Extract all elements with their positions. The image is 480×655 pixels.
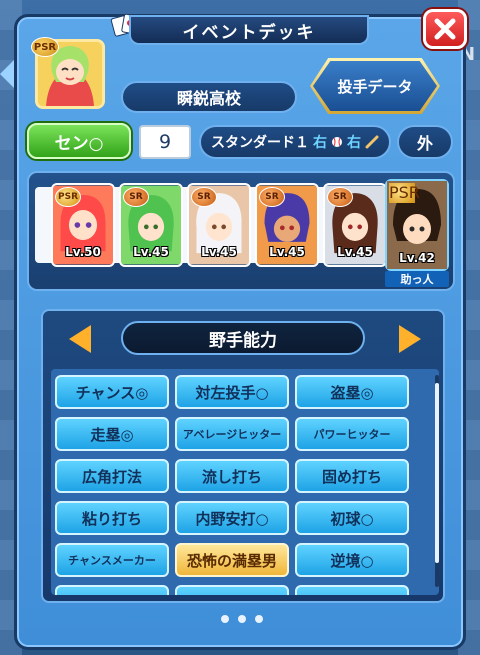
page-dot[interactable] (255, 615, 263, 623)
ability-chip[interactable]: 対左投手○ (175, 375, 289, 409)
close-icon (434, 18, 456, 40)
card-rank-badge: SR (191, 187, 217, 207)
card-level: Lv.45 (337, 245, 373, 259)
ability-chip-partial[interactable] (175, 585, 289, 595)
card-level: Lv.45 (269, 245, 305, 259)
deck-card[interactable]: SR Lv.45 (119, 183, 183, 267)
bat-hand: 右 (347, 135, 361, 151)
position-button[interactable]: セン○ (27, 123, 131, 159)
next-category-arrow-icon[interactable] (399, 325, 421, 353)
deck-card[interactable]: SR Lv.45 (187, 183, 251, 267)
event-deck-panel: イベントデッキ PSR 瞬鋭高校 投手データ セン○ 9 スタンダード１ 右 右 (14, 9, 467, 650)
ability-chip[interactable]: アベレージヒッター (175, 417, 289, 451)
throw-hand: 右 (313, 135, 327, 151)
card-level: Lv.50 (65, 245, 101, 259)
background-arrow-icon (0, 60, 14, 88)
ability-chip[interactable]: 流し打ち (175, 459, 289, 493)
ability-chip[interactable]: チャンスメーカー (55, 543, 169, 577)
ability-chip[interactable]: 粘り打ち (55, 501, 169, 535)
ability-chip[interactable]: 内野安打○ (175, 501, 289, 535)
ability-chip[interactable]: 初球○ (295, 501, 409, 535)
uniform-number: 9 (139, 125, 191, 159)
helper-label: 助っ人 (385, 271, 449, 287)
ability-scrollbar[interactable] (435, 375, 439, 587)
helper-rank-badge: PSR (389, 183, 420, 203)
page-dot[interactable] (221, 615, 229, 623)
rank-badge: PSR (31, 37, 59, 57)
outfield-button[interactable]: 外 (397, 125, 453, 159)
ability-list[interactable]: チャンス◎ 対左投手○ 盗塁◎ 走塁◎ アベレージヒッター パワーヒッター 広角… (51, 369, 439, 595)
ability-chip-gold[interactable]: 恐怖の満塁男 (175, 543, 289, 577)
ability-chip[interactable]: パワーヒッター (295, 417, 409, 451)
ability-chip[interactable]: 盗塁◎ (295, 375, 409, 409)
ability-chip[interactable]: 走塁◎ (55, 417, 169, 451)
scrollbar-thumb[interactable] (435, 383, 439, 563)
page-indicator (221, 615, 263, 623)
prev-category-arrow-icon[interactable] (69, 325, 91, 353)
ability-chip[interactable]: チャンス◎ (55, 375, 169, 409)
pitcher-data-button[interactable]: 投手データ (310, 58, 440, 114)
card-level: Lv.45 (201, 245, 237, 259)
ability-chip[interactable]: 固め打ち (295, 459, 409, 493)
deck-card-strip: PSR Lv.50 SR Lv.45 SR Lv.45 SR Lv.45 SR … (27, 171, 455, 291)
ability-chip-partial[interactable] (55, 585, 169, 595)
deck-card[interactable]: PSR Lv.50 (51, 183, 115, 267)
deck-card[interactable]: SR Lv.45 (255, 183, 319, 267)
batting-type-label: スタンダード１ (211, 135, 309, 151)
page-title: イベントデッキ (129, 15, 369, 45)
ability-chip-partial[interactable] (295, 585, 409, 595)
card-rank-badge: SR (259, 187, 285, 207)
batting-type-button[interactable]: スタンダード１ 右 右 (199, 125, 391, 159)
card-level: Lv.45 (133, 245, 169, 259)
card-rank-badge: SR (123, 187, 149, 207)
baseball-icon (332, 137, 342, 147)
pitcher-data-label: 投手データ (337, 77, 413, 96)
page-dot[interactable] (238, 615, 246, 623)
helper-level: Lv.42 (399, 251, 435, 265)
school-name: 瞬鋭高校 (121, 81, 297, 113)
bat-icon (365, 135, 379, 149)
deck-card[interactable]: SR Lv.45 (323, 183, 387, 267)
ability-chip[interactable]: 逆境○ (295, 543, 409, 577)
card-rank-badge: SR (327, 187, 353, 207)
ability-chip[interactable]: 広角打法 (55, 459, 169, 493)
ability-category-title: 野手能力 (121, 321, 365, 355)
helper-card[interactable]: PSR Lv.42 (385, 179, 449, 271)
close-button[interactable] (423, 9, 467, 49)
ability-panel: 野手能力 チャンス◎ 対左投手○ 盗塁◎ 走塁◎ アベレージヒッター パワーヒッ… (41, 309, 445, 603)
card-rank-badge: PSR (55, 187, 81, 207)
